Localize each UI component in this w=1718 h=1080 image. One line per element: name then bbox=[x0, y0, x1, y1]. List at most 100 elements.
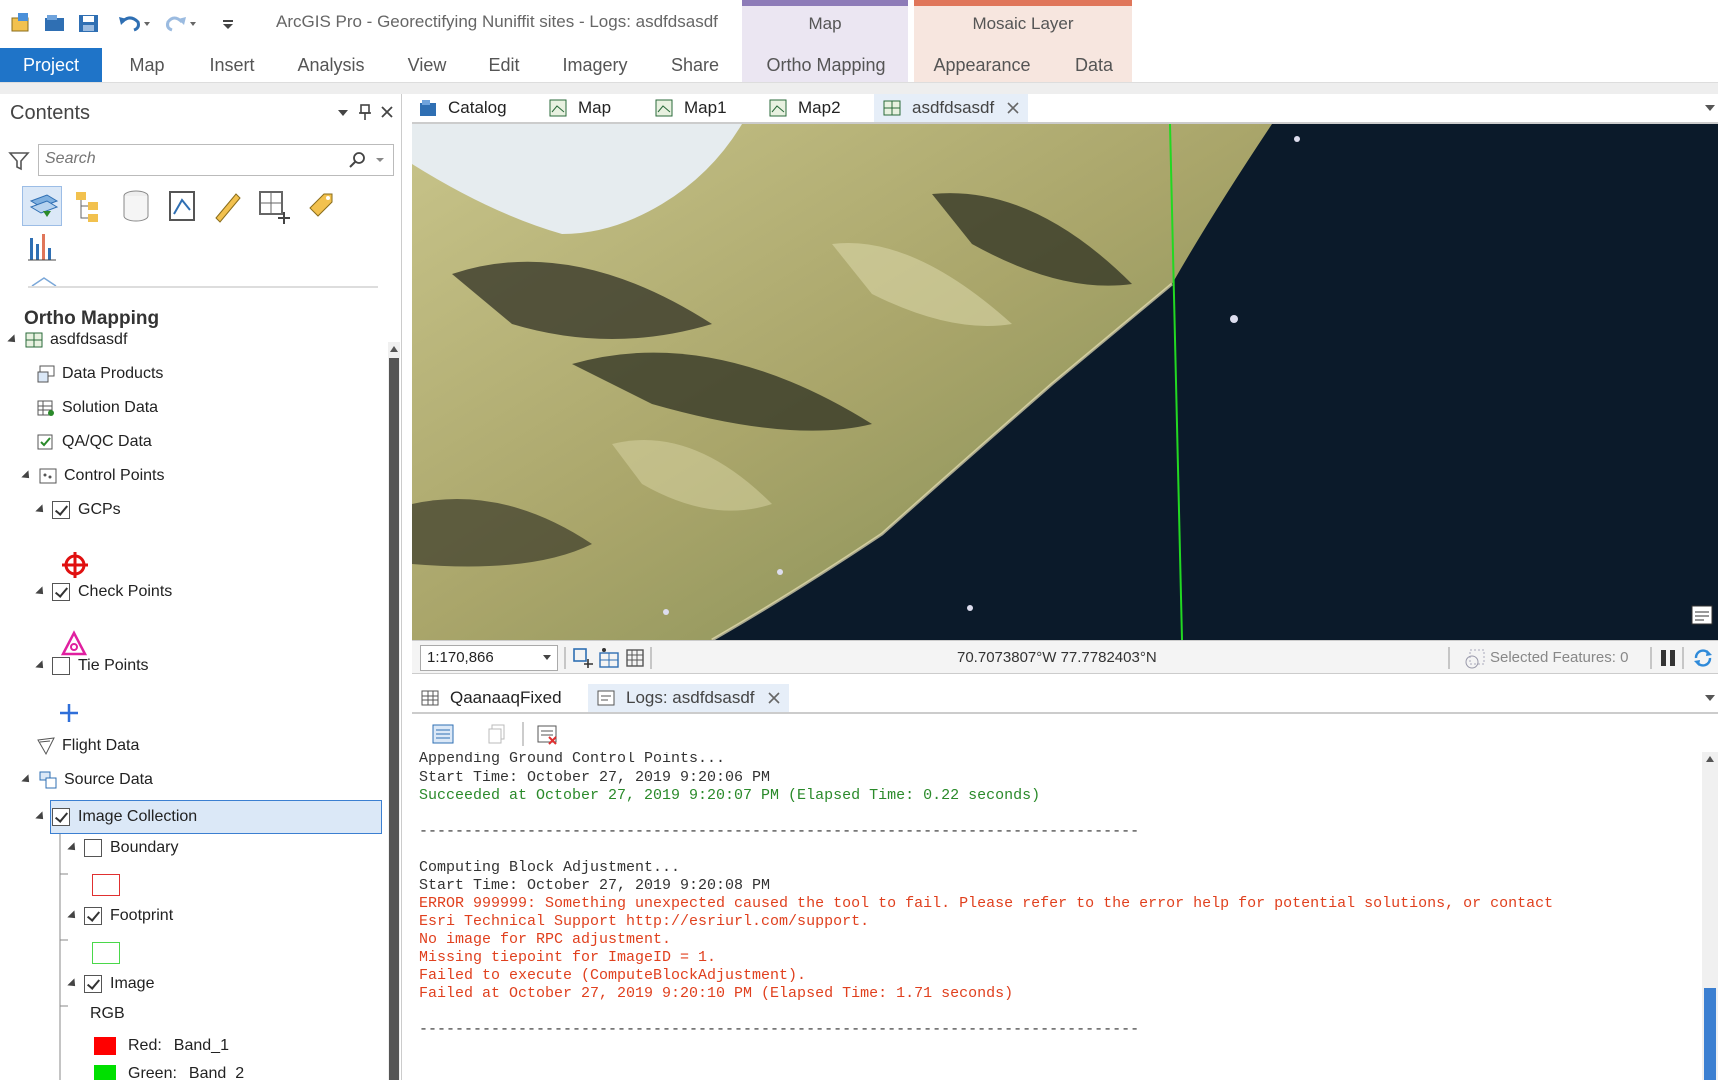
footprint-symbol-swatch[interactable] bbox=[92, 942, 120, 964]
contents-scrollbar[interactable] bbox=[388, 342, 400, 1080]
log-output[interactable]: Appending Ground Control Points... Start… bbox=[412, 752, 1702, 1080]
tree-item-image-collection[interactable]: Image Collection bbox=[35, 800, 197, 834]
chevron-down-icon[interactable] bbox=[375, 155, 385, 165]
grid-icon[interactable] bbox=[624, 647, 646, 669]
expander-icon[interactable] bbox=[7, 334, 19, 346]
tab-view[interactable]: View bbox=[396, 48, 458, 82]
tab-edit[interactable]: Edit bbox=[476, 48, 532, 82]
tree-item-gcps[interactable]: GCPs bbox=[35, 496, 121, 524]
expander-icon[interactable] bbox=[67, 910, 79, 922]
tree-item-source-data[interactable]: Source Data bbox=[21, 766, 153, 794]
close-icon[interactable] bbox=[380, 105, 394, 119]
satellite-imagery[interactable] bbox=[412, 124, 1718, 640]
scroll-up-icon[interactable] bbox=[389, 344, 399, 354]
map-overlay-toggle-icon[interactable] bbox=[1690, 604, 1714, 626]
tree-item-control-points[interactable]: Control Points bbox=[21, 462, 165, 490]
tree-item-data-products[interactable]: Data Products bbox=[36, 360, 163, 388]
expander-icon[interactable] bbox=[35, 504, 47, 516]
list-by-data-source-button[interactable] bbox=[22, 186, 62, 226]
refresh-icon[interactable] bbox=[1692, 647, 1714, 669]
expander-icon[interactable] bbox=[35, 586, 47, 598]
snapping-icon[interactable] bbox=[598, 647, 620, 669]
tab-project[interactable]: Project bbox=[0, 48, 102, 82]
chevron-down-icon[interactable] bbox=[543, 655, 551, 661]
customize-toolbar-icon[interactable] bbox=[220, 10, 236, 36]
tab-share[interactable]: Share bbox=[660, 48, 730, 82]
tab-list-dropdown-icon[interactable] bbox=[1704, 104, 1716, 112]
tree-item-footprint[interactable]: Footprint bbox=[67, 902, 173, 930]
list-by-selection-button[interactable] bbox=[254, 186, 294, 226]
tree-item-image[interactable]: Image bbox=[67, 970, 154, 998]
red-band-row[interactable]: Red: Band_1 bbox=[94, 1032, 229, 1060]
tree-item-check-points[interactable]: Check Points bbox=[35, 578, 172, 606]
tab-imagery[interactable]: Imagery bbox=[554, 48, 636, 82]
visibility-checkbox[interactable] bbox=[84, 907, 102, 925]
tree-item-boundary[interactable]: Boundary bbox=[67, 834, 179, 862]
green-band-row[interactable]: Green: Band_2 bbox=[94, 1060, 244, 1080]
tab-catalog[interactable]: Catalog bbox=[418, 94, 507, 122]
fixed-zoom-icon[interactable] bbox=[572, 647, 594, 669]
visibility-checkbox[interactable] bbox=[84, 975, 102, 993]
tab-logs[interactable]: Logs: asdfdsasdf bbox=[588, 684, 789, 712]
tab-map1[interactable]: Map1 bbox=[654, 94, 727, 122]
search-input[interactable] bbox=[45, 150, 345, 168]
map-view[interactable] bbox=[412, 124, 1718, 640]
tab-data[interactable]: Data bbox=[1064, 48, 1124, 82]
visibility-checkbox[interactable] bbox=[52, 501, 70, 519]
clear-log-icon[interactable] bbox=[536, 724, 558, 746]
scale-dropdown[interactable]: 1:170,866 bbox=[420, 645, 558, 671]
visibility-checkbox[interactable] bbox=[52, 583, 70, 601]
list-by-editing-button[interactable] bbox=[208, 186, 248, 226]
undo-icon[interactable] bbox=[116, 10, 152, 36]
search-icon[interactable] bbox=[349, 151, 367, 169]
search-box[interactable] bbox=[38, 144, 394, 176]
tree-item-root[interactable]: asdfdsasdf bbox=[7, 326, 127, 354]
log-scrollbar[interactable] bbox=[1702, 752, 1718, 1080]
save-project-icon[interactable] bbox=[76, 10, 102, 36]
visibility-checkbox[interactable] bbox=[84, 839, 102, 857]
tab-qaanaaqfixed[interactable]: QaanaaqFixed bbox=[420, 684, 562, 712]
open-project-icon[interactable] bbox=[42, 10, 68, 36]
tab-map2[interactable]: Map2 bbox=[768, 94, 841, 122]
tab-analysis[interactable]: Analysis bbox=[288, 48, 374, 82]
scroll-up-icon[interactable] bbox=[1705, 754, 1715, 764]
pin-icon[interactable] bbox=[358, 103, 372, 121]
expander-icon[interactable] bbox=[21, 470, 33, 482]
tree-item-flight-data[interactable]: Flight Data bbox=[36, 732, 139, 760]
new-project-icon[interactable] bbox=[8, 10, 34, 36]
visibility-checkbox[interactable] bbox=[52, 808, 70, 826]
tab-appearance[interactable]: Appearance bbox=[924, 48, 1040, 82]
selected-features-icon[interactable] bbox=[1464, 648, 1486, 670]
expander-icon[interactable] bbox=[21, 774, 33, 786]
expander-icon[interactable] bbox=[67, 842, 79, 854]
tab-asdfdsasdf[interactable]: asdfdsasdf bbox=[874, 94, 1029, 122]
visibility-checkbox[interactable] bbox=[52, 657, 70, 675]
redo-icon[interactable] bbox=[162, 10, 198, 36]
tab-map-view[interactable]: Map bbox=[548, 94, 611, 122]
scrollbar-thumb[interactable] bbox=[389, 358, 399, 1080]
copy-icon[interactable] bbox=[486, 724, 508, 744]
list-by-drawing-order-button[interactable] bbox=[162, 186, 202, 226]
tab-map[interactable]: Map bbox=[116, 48, 178, 82]
boundary-symbol-swatch[interactable] bbox=[92, 874, 120, 896]
toolbar-collapse-indicator[interactable] bbox=[28, 274, 378, 288]
expander-icon[interactable] bbox=[35, 811, 47, 823]
scrollbar-thumb[interactable] bbox=[1704, 988, 1716, 1080]
close-tab-icon[interactable] bbox=[767, 691, 781, 705]
tab-ortho-mapping[interactable]: Ortho Mapping bbox=[752, 48, 900, 82]
tab-list-dropdown-icon[interactable] bbox=[1704, 694, 1716, 702]
list-by-charts-button[interactable] bbox=[22, 228, 62, 268]
list-by-database-button[interactable] bbox=[116, 186, 156, 226]
expander-icon[interactable] bbox=[35, 660, 47, 672]
filter-icon[interactable] bbox=[8, 150, 30, 172]
list-by-labeling-button[interactable] bbox=[300, 186, 340, 226]
pause-drawing-icon[interactable] bbox=[1658, 649, 1678, 667]
list-by-hierarchy-button[interactable] bbox=[70, 186, 110, 226]
pane-options-icon[interactable] bbox=[336, 106, 350, 120]
log-view-icon[interactable] bbox=[432, 724, 454, 744]
tree-item-tie-points[interactable]: Tie Points bbox=[35, 652, 149, 680]
tree-item-solution-data[interactable]: Solution Data bbox=[36, 394, 158, 422]
expander-icon[interactable] bbox=[67, 978, 79, 990]
close-tab-icon[interactable] bbox=[1006, 101, 1020, 115]
tab-insert[interactable]: Insert bbox=[198, 48, 266, 82]
